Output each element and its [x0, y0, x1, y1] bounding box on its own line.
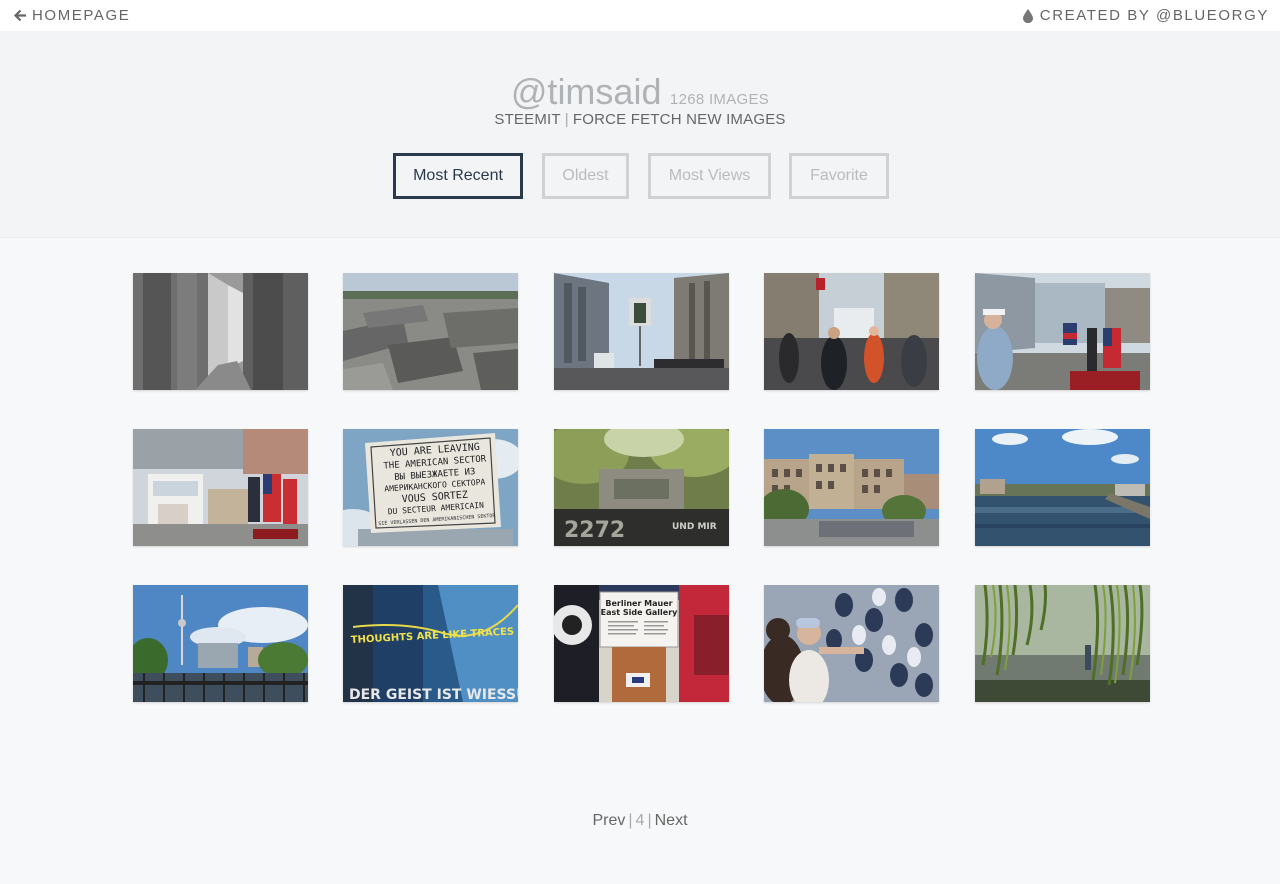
- current-page-number: 4: [635, 812, 645, 829]
- homepage-label: HOMEPAGE: [32, 7, 131, 24]
- sort-most-recent-button[interactable]: Most Recent: [393, 153, 523, 199]
- prev-page-link[interactable]: Prev: [592, 812, 625, 829]
- arrow-left-icon: [14, 9, 26, 22]
- old-building-image: [764, 429, 939, 546]
- east-side-gallery-sign-image: Berliner Mauer East Side Gallery: [554, 585, 729, 702]
- pager-separator: |: [628, 812, 633, 829]
- street-checkpoint-image: [554, 273, 729, 390]
- gallery-thumbnail[interactable]: [343, 273, 518, 390]
- gallery-thumbnail[interactable]: [133, 585, 308, 702]
- gallery-thumbnail[interactable]: [133, 429, 308, 546]
- gallery-thumbnail[interactable]: THOUGHTS ARE LIKE TRACES OF DER GEIST IS…: [343, 585, 518, 702]
- sector-sign-image: YOU ARE LEAVING THE AMERICAN SECTOR ВЫ В…: [343, 429, 518, 546]
- link-separator: |: [564, 111, 569, 128]
- pager-separator: |: [647, 812, 652, 829]
- gallery-thumbnail[interactable]: 2272 UND MIR: [554, 429, 729, 546]
- created-by-label: CREATED BY @BLUEORGY: [1039, 7, 1269, 24]
- profile-header: [0, 31, 1280, 238]
- next-page-link[interactable]: Next: [655, 812, 688, 829]
- gallery-thumbnail[interactable]: [764, 429, 939, 546]
- tv-tower-bridge-image: [133, 585, 308, 702]
- memorial-corridor-image: [133, 273, 308, 390]
- homepage-link[interactable]: HOMEPAGE: [14, 7, 130, 24]
- created-by-link[interactable]: CREATED BY @BLUEORGY: [1022, 7, 1269, 24]
- sort-favorite-button[interactable]: Favorite: [789, 153, 889, 199]
- river-view-image: [975, 429, 1150, 546]
- steemit-link[interactable]: STEEMIT: [494, 111, 560, 128]
- top-bar: HOMEPAGE CREATED BY @BLUEORGY: [0, 0, 1280, 31]
- guard-house-image: [133, 429, 308, 546]
- mural-text-bottom: DER GEIST IST WIESSU: [349, 687, 518, 702]
- pagination: Prev | 4 | Next: [0, 812, 1280, 830]
- gallery-thumbnail[interactable]: [975, 273, 1150, 390]
- graffiti-text-left: 2272: [564, 518, 625, 543]
- memorial-field-image: [343, 273, 518, 390]
- gallery-thumbnail[interactable]: [764, 585, 939, 702]
- graffiti-text-right: UND MIR: [672, 522, 717, 532]
- profile-title-row: @timsaid 1268 IMAGES: [0, 71, 1280, 113]
- gallery-thumbnail[interactable]: Berliner Mauer East Side Gallery: [554, 585, 729, 702]
- gallery-thumbnail[interactable]: [764, 273, 939, 390]
- force-fetch-link[interactable]: FORCE FETCH NEW IMAGES: [573, 111, 786, 128]
- image-count: 1268 IMAGES: [669, 91, 770, 108]
- soldier-flags-image: [975, 273, 1150, 390]
- hands-mural-image: [764, 585, 939, 702]
- forest-graffiti-image: 2272 UND MIR: [554, 429, 729, 546]
- gallery-thumbnail[interactable]: [554, 273, 729, 390]
- profile-username: @timsaid: [510, 71, 662, 112]
- gallery-thumbnail[interactable]: [975, 585, 1150, 702]
- gallery-thumbnail[interactable]: [975, 429, 1150, 546]
- sign-title-1: Berliner Mauer: [605, 599, 672, 608]
- profile-links: STEEMIT | FORCE FETCH NEW IMAGES: [0, 111, 1280, 128]
- crowd-flags-image: [764, 273, 939, 390]
- sort-most-views-button[interactable]: Most Views: [648, 153, 771, 199]
- sign-title-2: East Side Gallery: [601, 608, 678, 617]
- droplet-icon: [1022, 8, 1033, 23]
- gallery-thumbnail[interactable]: [133, 273, 308, 390]
- wall-mural-thoughts-image: THOUGHTS ARE LIKE TRACES OF DER GEIST IS…: [343, 585, 518, 702]
- gallery-thumbnail[interactable]: YOU ARE LEAVING THE AMERICAN SECTOR ВЫ В…: [343, 429, 518, 546]
- sort-oldest-button[interactable]: Oldest: [542, 153, 629, 199]
- willow-river-image: [975, 585, 1150, 702]
